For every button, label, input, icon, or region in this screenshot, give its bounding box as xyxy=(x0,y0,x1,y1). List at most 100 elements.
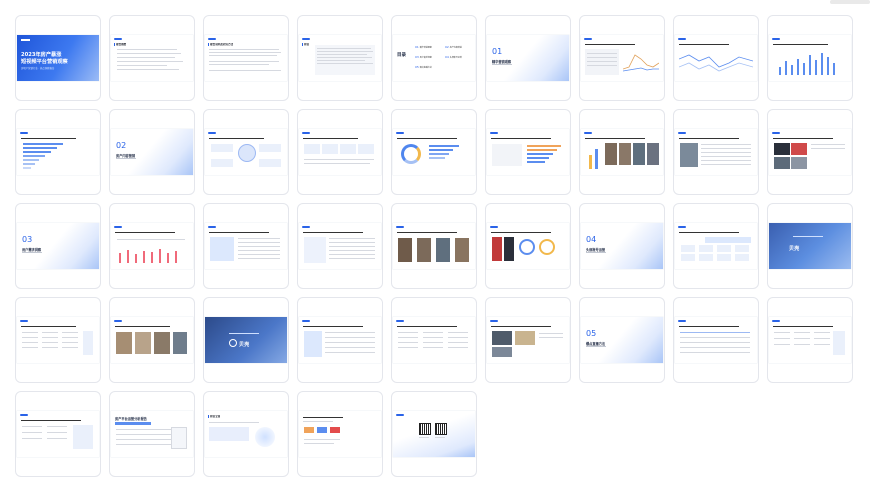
section-number: 03 xyxy=(22,235,33,244)
brand-logo xyxy=(678,320,686,322)
slide-thumbnail-5[interactable]: 目录 01 精华营销观察 02 房产内容营销 03 用户需求洞察 04 头部账号… xyxy=(391,15,477,101)
slide-thumbnail-30[interactable]: 贝壳 xyxy=(203,297,289,383)
slide-thumbnail-41[interactable] xyxy=(391,391,477,477)
slide-thumbnail-15[interactable] xyxy=(485,109,571,195)
slide-thumbnail-31[interactable] xyxy=(297,297,383,383)
brand-logo xyxy=(208,226,216,228)
brand-logo xyxy=(208,132,216,134)
section-number: 02 xyxy=(116,141,127,150)
toc-item-5: 05 爆点直播方法 xyxy=(415,65,432,69)
slide-preview xyxy=(769,35,851,81)
slide-preview xyxy=(675,317,757,363)
slide-thumbnail-13[interactable] xyxy=(297,109,383,195)
slide-thumbnail-39[interactable]: 前言立意 xyxy=(203,391,289,477)
slide-preview xyxy=(769,317,851,363)
slide-preview: 贝壳 xyxy=(769,223,851,269)
slide-preview xyxy=(675,129,757,175)
slide-thumbnail-3[interactable]: 报告说明及研究方法 xyxy=(203,15,289,101)
slide-preview xyxy=(205,129,287,175)
slide-thumbnail-35[interactable] xyxy=(673,297,759,383)
slide-thumbnail-25[interactable]: 04 头部账号运营 xyxy=(579,203,665,289)
slide-thumbnail-26[interactable] xyxy=(673,203,759,289)
slide-preview xyxy=(205,223,287,269)
brand-logo xyxy=(772,320,780,322)
slide-preview: 房产平台运营分析报告 xyxy=(111,411,193,457)
slide-thumbnail-36[interactable] xyxy=(767,297,853,383)
section-number: 05 xyxy=(586,329,597,338)
section-number: 01 xyxy=(492,47,503,56)
slide-thumbnail-12[interactable] xyxy=(203,109,289,195)
slide-heading: 前言 xyxy=(304,43,310,46)
slide-preview xyxy=(487,223,569,269)
slide-preview xyxy=(581,35,663,81)
slide-preview: 目录 01 精华营销观察 02 房产内容营销 03 用户需求洞察 04 头部账号… xyxy=(393,35,475,81)
slide-thumbnail-18[interactable] xyxy=(767,109,853,195)
line-chart-icon xyxy=(623,54,659,72)
slide-preview xyxy=(111,223,193,269)
slide-thumbnail-37[interactable] xyxy=(15,391,101,477)
slide-preview: 前言 xyxy=(299,35,381,81)
slide-thumbnail-40[interactable] xyxy=(297,391,383,477)
brand-logo xyxy=(678,132,686,134)
slide-thumbnail-19[interactable]: 03 用户需求洞察 xyxy=(15,203,101,289)
logo-icon xyxy=(229,339,237,347)
slide-thumbnail-34[interactable]: 05 爆点直播方法 xyxy=(579,297,665,383)
slide-preview xyxy=(769,129,851,175)
brand-logo xyxy=(302,320,310,322)
brand-logo xyxy=(396,414,404,416)
slide-thumbnail-28[interactable] xyxy=(15,297,101,383)
slide-heading: 报告摘要 xyxy=(116,43,127,46)
slide-preview xyxy=(299,223,381,269)
slide-thumbnail-6[interactable]: 01 精华营销观察 xyxy=(485,15,571,101)
slide-preview xyxy=(299,129,381,175)
brand-logo xyxy=(396,132,404,134)
brand-logo xyxy=(490,132,498,134)
slide-thumbnail-24[interactable] xyxy=(485,203,571,289)
brand-logo xyxy=(302,226,310,228)
slide-preview xyxy=(299,411,381,457)
slide-thumbnail-8[interactable] xyxy=(673,15,759,101)
brand-logo xyxy=(396,320,404,322)
brand-logo xyxy=(302,38,310,40)
slide-thumbnail-10[interactable] xyxy=(15,109,101,195)
slide-preview xyxy=(393,223,475,269)
illustration-icon xyxy=(255,427,275,447)
slide-preview xyxy=(17,317,99,363)
slide-preview xyxy=(487,317,569,363)
slide-thumbnail-7[interactable] xyxy=(579,15,665,101)
slide-thumbnail-23[interactable] xyxy=(391,203,477,289)
slide-thumbnail-1[interactable]: 2023年房产暴涨 短视频平台营销观察 房地产营销行业 · 热点洞察报告 xyxy=(15,15,101,101)
slide-preview xyxy=(393,411,475,457)
slide-thumbnail-29[interactable] xyxy=(109,297,195,383)
slide-thumbnail-11[interactable]: 02 房产内容营销 xyxy=(109,109,195,195)
brand-logo xyxy=(20,320,28,322)
toc-item-4: 04 头部账号运营 xyxy=(445,55,462,59)
slide-thumbnail-16[interactable] xyxy=(579,109,665,195)
brand-logo xyxy=(396,226,404,228)
brand-logo xyxy=(678,226,686,228)
slide-thumbnail-4[interactable]: 前言 xyxy=(297,15,383,101)
slide-thumbnail-17[interactable] xyxy=(673,109,759,195)
slide-thumbnail-20[interactable] xyxy=(109,203,195,289)
slide-thumbnail-grid: 2023年房产暴涨 短视频平台营销观察 房地产营销行业 · 热点洞察报告 报告摘… xyxy=(15,15,853,477)
slide-thumbnail-2[interactable]: 报告摘要 xyxy=(109,15,195,101)
slide-thumbnail-27[interactable]: 贝壳 xyxy=(767,203,853,289)
brand-logo xyxy=(20,132,28,134)
slide-preview: 前言立意 xyxy=(205,411,287,457)
brand-wordmark: 贝壳 xyxy=(239,342,250,348)
brand-logo xyxy=(584,132,592,134)
slide-thumbnail-21[interactable] xyxy=(203,203,289,289)
slide-thumbnail-14[interactable] xyxy=(391,109,477,195)
section-number: 04 xyxy=(586,235,597,244)
slide-thumbnail-22[interactable] xyxy=(297,203,383,289)
brand-logo xyxy=(678,38,686,40)
slide-thumbnail-9[interactable] xyxy=(767,15,853,101)
cover-title-line-2: 短视频平台营销观察 xyxy=(21,59,68,65)
brand-logo xyxy=(584,38,592,40)
slide-thumbnail-33[interactable] xyxy=(485,297,571,383)
slide-thumbnail-38[interactable]: 房产平台运营分析报告 xyxy=(109,391,195,477)
slide-preview: 报告摘要 xyxy=(111,35,193,81)
brand-logo xyxy=(20,414,28,416)
slide-thumbnail-32[interactable] xyxy=(391,297,477,383)
slide-heading: 报告说明及研究方法 xyxy=(210,43,234,46)
